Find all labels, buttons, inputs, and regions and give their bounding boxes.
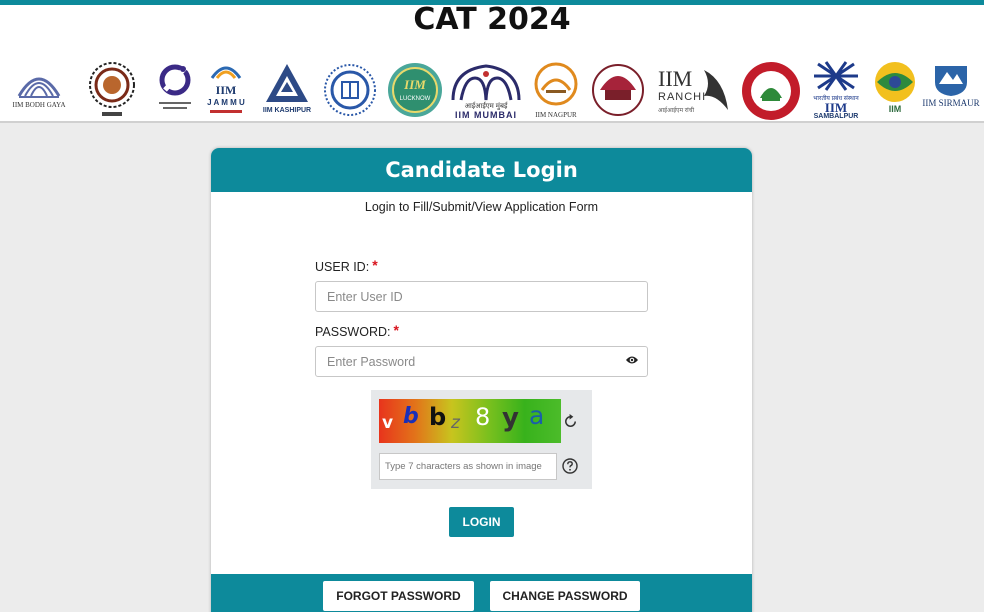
- iim-shillong-logo: IIM: [872, 60, 918, 126]
- user-id-input[interactable]: [315, 281, 648, 312]
- svg-text:LUCKNOW: LUCKNOW: [400, 96, 431, 102]
- captcha-char: z: [451, 413, 460, 433]
- iim-kashipur-logo: IIM KASHIPUR: [258, 60, 316, 126]
- required-marker: *: [393, 322, 399, 338]
- iim-ranchi-logo: IIM RANCHI आईआईएम रांची: [654, 60, 734, 126]
- indore-emblem-icon: [159, 64, 191, 96]
- logo-caption: IIM KASHIPUR: [262, 107, 312, 114]
- bodh-gaya-emblem-icon: [17, 77, 61, 98]
- captcha-char: 8: [475, 403, 491, 431]
- svg-text:IIM: IIM: [825, 100, 847, 112]
- user-id-label-text: USER ID:: [315, 260, 370, 274]
- iim-calcutta-logo: [86, 60, 138, 126]
- ranchi-emblem-icon: IIM RANCHI आईआईएम रांची: [658, 66, 728, 114]
- login-title: Candidate Login: [385, 158, 578, 182]
- password-input[interactable]: [315, 346, 648, 377]
- password-label-text: PASSWORD:: [315, 325, 391, 339]
- sambalpur-emblem-icon: भारतीय प्रबंध संस्थान IIM: [813, 61, 859, 112]
- captcha-input[interactable]: [379, 453, 557, 480]
- svg-text:IIM: IIM: [216, 83, 237, 97]
- iim-logo-strip: IIM BODH GAYA IIM J A M M U IIM KASHIPUR…: [0, 60, 984, 126]
- refresh-captcha-icon[interactable]: [562, 413, 579, 430]
- captcha-char: a: [529, 401, 545, 430]
- iim-raipur-logo: [590, 60, 646, 126]
- iim-mumbai-logo: आईआईएम मुंबई IIM MUMBAI: [448, 60, 524, 126]
- svg-text:आईआईएम रांची: आईआईएम रांची: [658, 106, 695, 114]
- iim-rohtak-logo: [740, 60, 802, 126]
- captcha-image: vbbz8ya v b b z 8 y a: [379, 399, 561, 443]
- logo-caption: IIM: [888, 104, 902, 114]
- raipur-emblem-icon: [592, 64, 644, 116]
- iim-sambalpur-logo: भारतीय प्रबंध संस्थान IIM SAMBALPUR: [806, 60, 866, 126]
- exam-title: CAT 2024: [413, 2, 571, 37]
- kozhikode-emblem-icon: [324, 64, 376, 116]
- iim-indore-logo: [152, 60, 198, 126]
- captcha-help-icon[interactable]: [562, 458, 578, 474]
- mumbai-emblem-icon: आईआईएम मुंबई: [451, 64, 521, 110]
- svg-text:IIM: IIM: [658, 66, 692, 91]
- iim-jammu-logo: IIM J A M M U: [203, 60, 249, 126]
- kashipur-emblem-icon: [266, 64, 308, 102]
- logo-caption: IIM BODH GAYA: [12, 101, 66, 109]
- page-header: CAT 2024 IIM BODH GAYA IIM J A M M U IIM…: [0, 5, 984, 123]
- iim-bodh-gaya-logo: IIM BODH GAYA: [6, 60, 72, 126]
- logo-caption: IIM NAGPUR: [535, 111, 577, 119]
- iim-lucknow-logo: IIM LUCKNOW: [386, 60, 444, 126]
- lucknow-emblem-icon: IIM LUCKNOW: [388, 63, 442, 117]
- logo-caption: IIM MUMBAI: [455, 110, 517, 120]
- shillong-emblem-icon: [875, 62, 915, 102]
- login-panel-footer: FORGOT PASSWORD CHANGE PASSWORD: [211, 574, 752, 612]
- rohtak-emblem-icon: [742, 62, 800, 120]
- captcha-char: v: [382, 413, 394, 433]
- jammu-emblem-icon: IIM J A M M U: [207, 66, 245, 113]
- user-id-label: USER ID: *: [315, 257, 378, 274]
- change-password-button[interactable]: CHANGE PASSWORD: [490, 581, 640, 611]
- captcha-char: b: [429, 403, 447, 431]
- show-password-eye-icon[interactable]: [625, 355, 639, 365]
- iim-kozhikode-logo: [322, 60, 378, 126]
- iim-sirmaur-logo: IIM SIRMAUR: [918, 60, 984, 126]
- password-label: PASSWORD: *: [315, 322, 399, 339]
- svg-text:आईआईएम मुंबई: आईआईएम मुंबई: [465, 101, 509, 110]
- indore-text-mark-icon: [159, 102, 191, 109]
- logo-caption: IIM SIRMAUR: [922, 98, 980, 108]
- candidate-login-panel: Candidate Login Login to Fill/Submit/Vie…: [211, 148, 752, 612]
- nagpur-emblem-icon: [534, 62, 578, 106]
- forgot-password-button[interactable]: FORGOT PASSWORD: [323, 581, 474, 611]
- captcha-section: vbbz8ya v b b z 8 y a: [371, 390, 592, 489]
- logo-caption: SAMBALPUR: [813, 113, 859, 120]
- login-button[interactable]: LOGIN: [449, 507, 514, 537]
- svg-text:J A M M U: J A M M U: [207, 98, 245, 107]
- login-panel-header: Candidate Login: [211, 148, 752, 192]
- sirmaur-emblem-icon: [935, 66, 967, 96]
- required-marker: *: [372, 257, 378, 273]
- captcha-char: y: [502, 403, 519, 433]
- iim-nagpur-logo: IIM NAGPUR: [530, 60, 582, 126]
- svg-text:RANCHI: RANCHI: [658, 91, 706, 103]
- calcutta-emblem-icon: [89, 62, 135, 116]
- login-subtitle: Login to Fill/Submit/View Application Fo…: [364, 200, 599, 214]
- captcha-char: b: [403, 404, 419, 429]
- svg-text:IIM: IIM: [403, 77, 426, 92]
